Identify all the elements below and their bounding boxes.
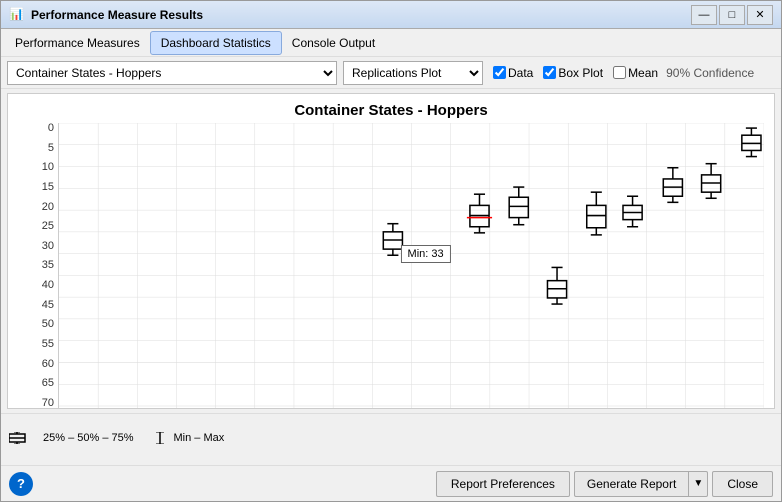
y-tick-0: 0 — [48, 123, 54, 134]
close-button-bottom[interactable]: Close — [712, 471, 773, 497]
y-tick-25: 25 — [42, 221, 54, 232]
bottom-buttons: Report Preferences Generate Report ▼ Clo… — [436, 471, 773, 497]
generate-report-split-button: Generate Report ▼ — [574, 471, 708, 497]
maximize-button[interactable]: □ — [719, 5, 745, 25]
window-icon: 📊 — [9, 7, 25, 23]
y-tick-5: 5 — [48, 143, 54, 154]
main-window: 📊 Performance Measure Results — □ ✕ Perf… — [0, 0, 782, 502]
help-button[interactable]: ? — [9, 472, 33, 496]
generate-report-dropdown-arrow[interactable]: ▼ — [688, 471, 708, 497]
legend: 25% – 50% – 75% Min – Max — [9, 432, 773, 444]
data-checkbox-label: Data — [508, 66, 533, 80]
mean-checkbox[interactable] — [613, 66, 626, 79]
y-axis: 70 65 60 55 50 45 40 35 30 25 20 15 10 5… — [8, 123, 58, 409]
legend-quartile-label: 25% – 50% – 75% — [43, 432, 134, 444]
chart-container: 70 65 60 55 50 45 40 35 30 25 20 15 10 5… — [8, 123, 774, 409]
tooltip: Min: 33 — [401, 245, 451, 263]
y-tick-70: 70 — [42, 398, 54, 409]
legend-minmax: Min – Max — [150, 432, 225, 444]
close-button[interactable]: ✕ — [747, 5, 773, 25]
chart-area: Container States - Hoppers 70 65 60 55 5… — [7, 93, 775, 409]
plot-type-dropdown[interactable]: Replications Plot — [343, 61, 483, 85]
y-tick-10: 10 — [42, 162, 54, 173]
data-checkbox-group: Data — [493, 66, 533, 80]
minimize-button[interactable]: — — [691, 5, 717, 25]
generate-report-button[interactable]: Generate Report — [574, 471, 688, 497]
y-tick-65: 65 — [42, 378, 54, 389]
y-tick-60: 60 — [42, 359, 54, 370]
boxplot-checkbox-group: Box Plot — [543, 66, 603, 80]
chart-title: Container States - Hoppers — [8, 94, 774, 123]
y-tick-15: 15 — [42, 182, 54, 193]
title-bar: 📊 Performance Measure Results — □ ✕ — [1, 1, 781, 29]
menu-dashboard-statistics[interactable]: Dashboard Statistics — [150, 31, 282, 55]
data-checkbox[interactable] — [493, 66, 506, 79]
menu-console-output[interactable]: Console Output — [282, 32, 385, 54]
legend-quartile: 25% – 50% – 75% — [9, 432, 134, 444]
y-tick-40: 40 — [42, 280, 54, 291]
chart-svg — [59, 123, 764, 409]
y-tick-30: 30 — [42, 241, 54, 252]
menu-performance-measures[interactable]: Performance Measures — [5, 32, 150, 54]
container-dropdown[interactable]: Container States - Hoppers — [7, 61, 337, 85]
tooltip-text: Min: 33 — [408, 248, 444, 260]
legend-minmax-icon — [150, 432, 170, 444]
boxplot-checkbox-label: Box Plot — [558, 66, 603, 80]
bottom-action-bar: ? Report Preferences Generate Report ▼ C… — [1, 465, 781, 501]
report-preferences-button[interactable]: Report Preferences — [436, 471, 570, 497]
y-tick-35: 35 — [42, 260, 54, 271]
mean-checkbox-label: Mean — [628, 66, 658, 80]
toolbar: Container States - Hoppers Replications … — [1, 57, 781, 89]
plot-area: Min: 33 S1 S2 S3 S4 S5 S6 S7 S8 S9 S10 S… — [58, 123, 764, 409]
y-tick-45: 45 — [42, 300, 54, 311]
window-title: Performance Measure Results — [31, 8, 691, 22]
window-controls: — □ ✕ — [691, 5, 773, 25]
confidence-label: 90% Confidence — [666, 66, 754, 80]
boxplot-checkbox[interactable] — [543, 66, 556, 79]
footer-area: 25% – 50% – 75% Min – Max — [1, 413, 781, 465]
mean-checkbox-group: Mean — [613, 66, 658, 80]
legend-minmax-label: Min – Max — [174, 432, 225, 444]
y-tick-20: 20 — [42, 202, 54, 213]
legend-quartile-icon — [9, 432, 39, 444]
menu-bar: Performance Measures Dashboard Statistic… — [1, 29, 781, 57]
y-tick-55: 55 — [42, 339, 54, 350]
y-tick-50: 50 — [42, 319, 54, 330]
